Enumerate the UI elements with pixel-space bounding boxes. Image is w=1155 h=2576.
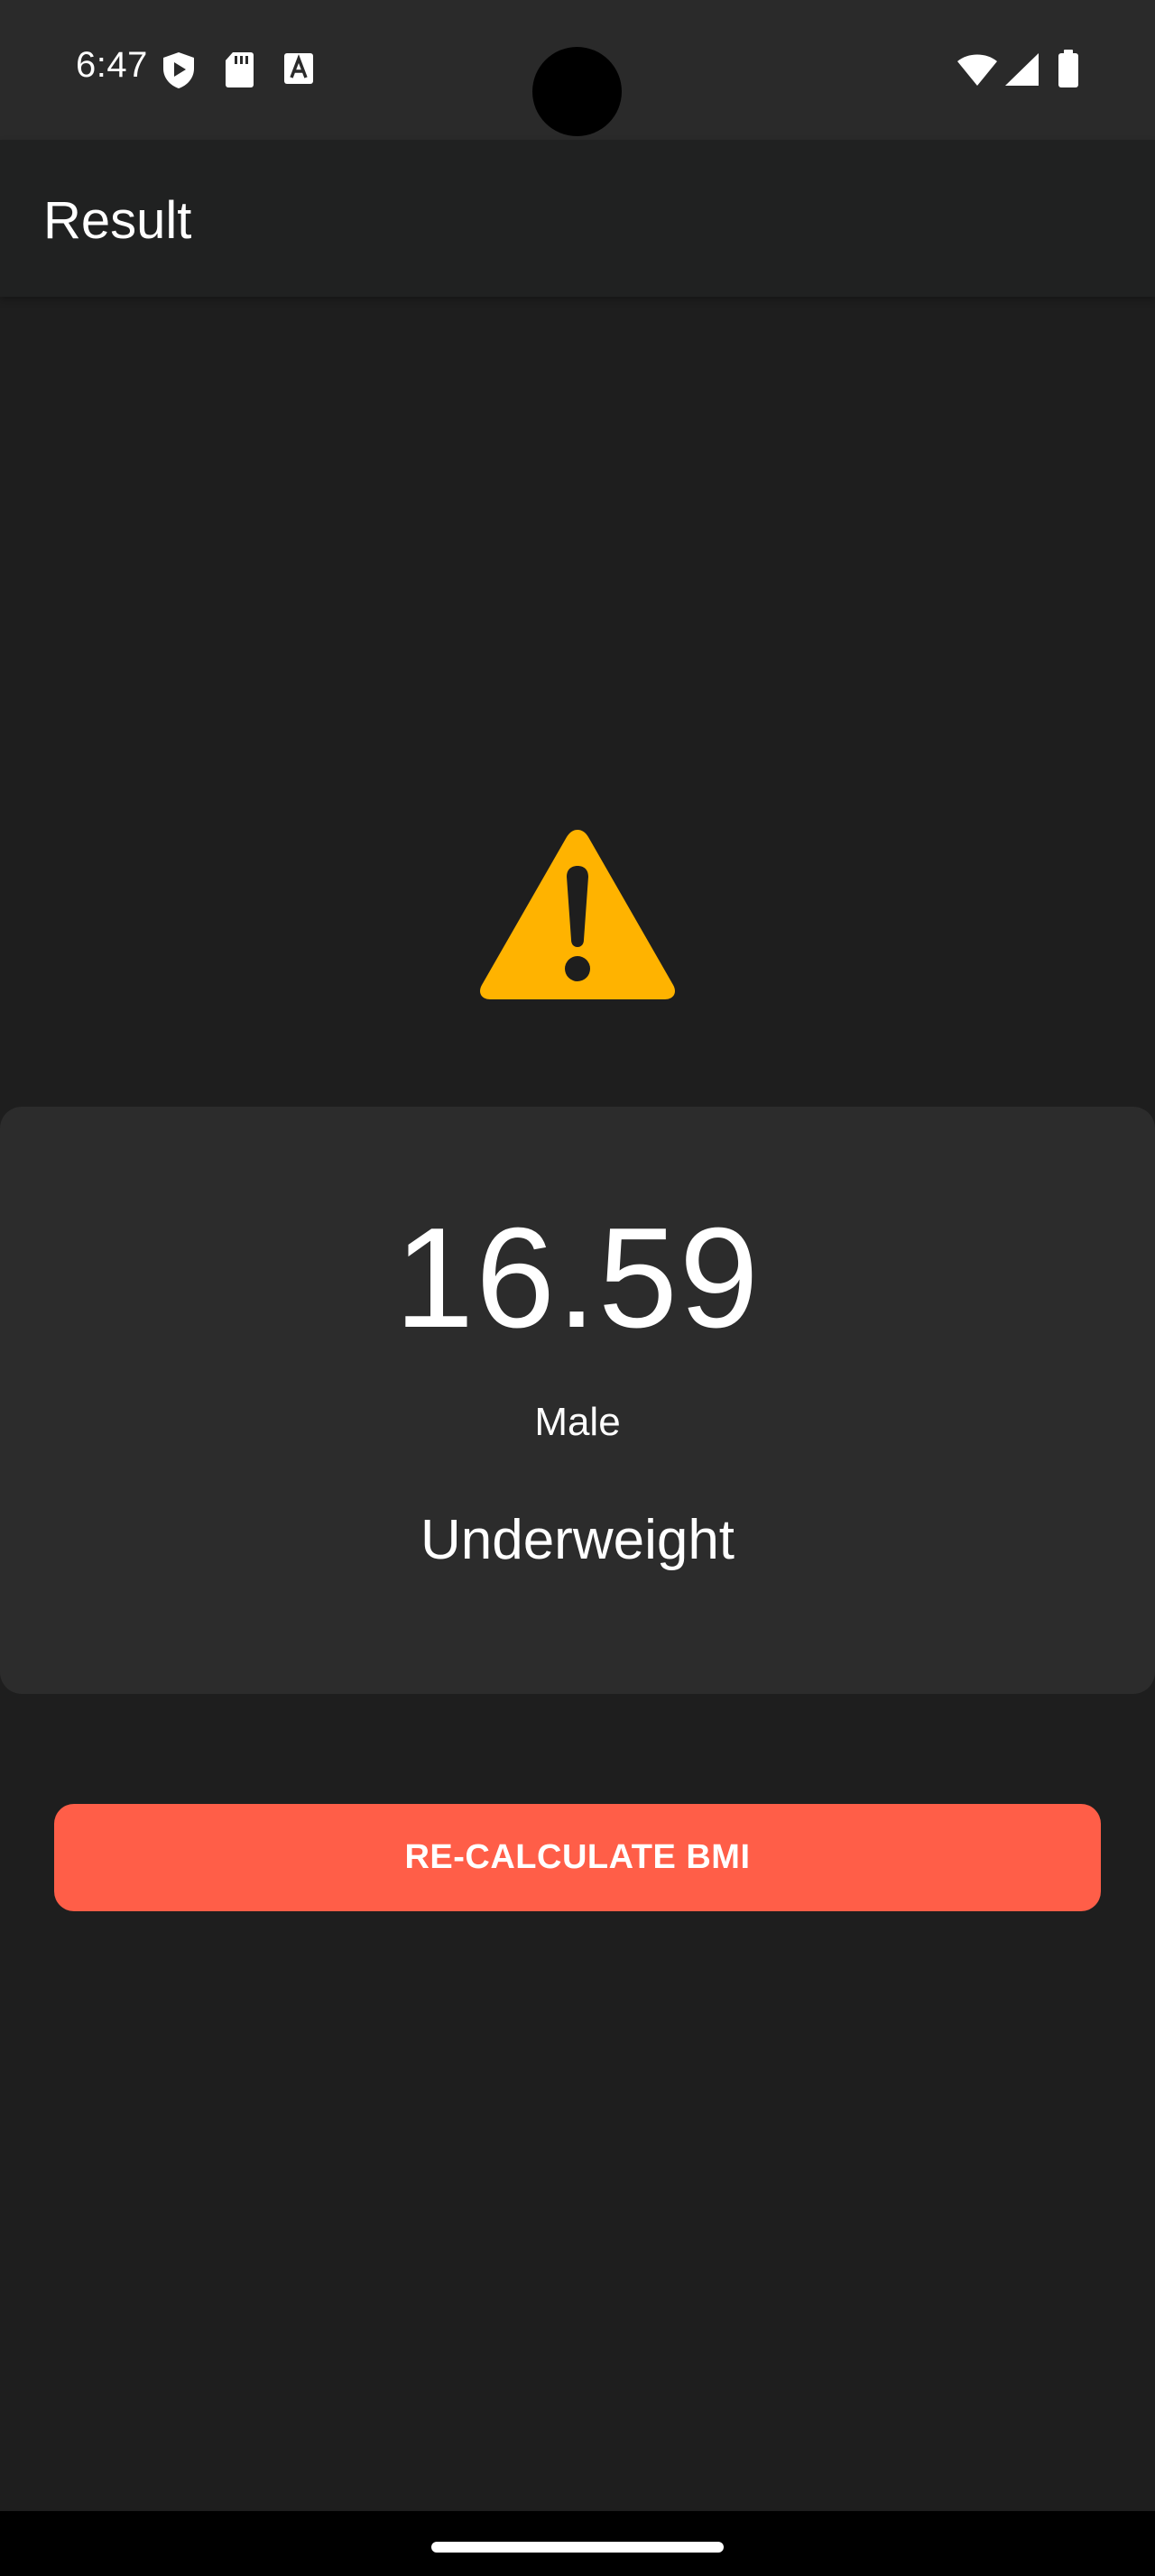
camera-cutout bbox=[532, 47, 622, 136]
bmi-category: Underweight bbox=[420, 1509, 735, 1571]
navigation-bar bbox=[0, 2511, 1155, 2576]
battery-icon bbox=[1058, 50, 1078, 87]
app-bar: Result bbox=[0, 140, 1155, 297]
recalculate-button[interactable]: RE-CALCULATE BMI bbox=[54, 1804, 1101, 1911]
shield-play-icon bbox=[163, 52, 194, 88]
warning-icon bbox=[480, 830, 675, 999]
gender-label: Male bbox=[534, 1400, 621, 1444]
status-bar: 6:47 bbox=[0, 0, 1155, 140]
page-title: Result bbox=[43, 191, 192, 250]
cell-signal-icon bbox=[1005, 53, 1039, 86]
home-handle[interactable] bbox=[431, 2542, 724, 2553]
result-card: 16.59 Male Underweight bbox=[0, 1107, 1155, 1694]
bmi-value: 16.59 bbox=[394, 1199, 761, 1357]
text-a-icon bbox=[284, 53, 313, 84]
sd-card-icon bbox=[226, 52, 254, 87]
status-time: 6:47 bbox=[76, 45, 148, 85]
wifi-icon bbox=[957, 54, 997, 86]
